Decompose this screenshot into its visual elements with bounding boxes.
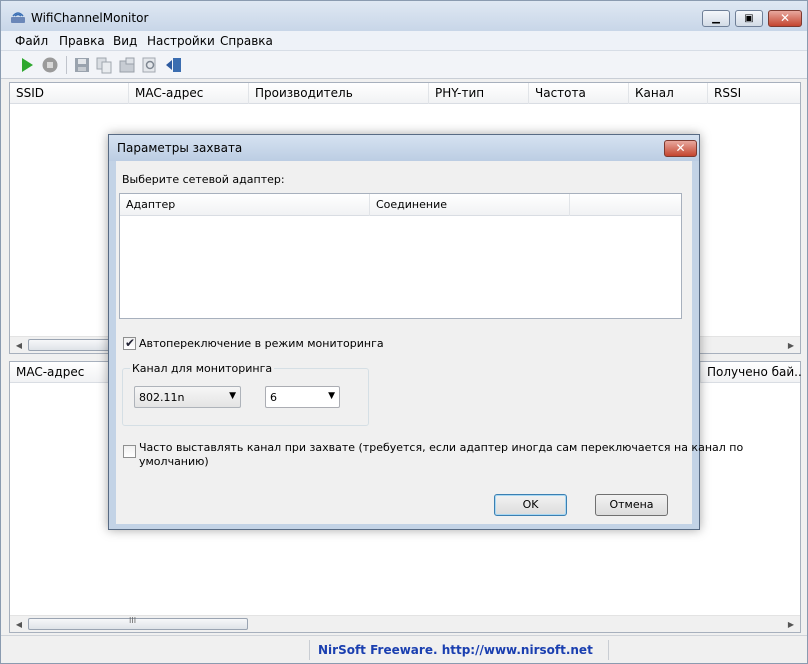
start-icon[interactable] (18, 56, 36, 74)
column-vendor[interactable]: Производитель (249, 83, 429, 104)
column-phy[interactable]: PHY-тип (429, 83, 529, 104)
scroll-thumb[interactable]: III (28, 616, 248, 630)
channel-group: Канал для мониторинга 802.11n ▼ 6 ▼ (122, 362, 369, 426)
dialog-body: Выберите сетевой адаптер: Адаптер Соедин… (116, 161, 743, 524)
clients-hscrollbar[interactable]: ◀ III ▶ (10, 615, 800, 632)
ok-button[interactable]: OK (494, 494, 567, 516)
scroll-right-icon[interactable]: ▶ (783, 617, 799, 632)
close-button[interactable]: ✕ (768, 10, 802, 27)
check-icon: ✔ (125, 336, 136, 350)
minimize-icon: ▁ (712, 13, 720, 24)
title-bar: WifiChannelMonitor ▁ ▣ ✕ (1, 1, 807, 31)
save-icon[interactable] (73, 56, 91, 74)
cancel-button[interactable]: Отмена (595, 494, 668, 516)
menu-file[interactable]: Файл (15, 34, 48, 48)
column-channel[interactable]: Канал (629, 83, 708, 104)
column-bytes-received[interactable]: Получено бай... (700, 362, 802, 383)
status-cell: NirSoft Freeware. http://www.nirsoft.net (309, 640, 609, 660)
mode-value: 802.11n (139, 391, 185, 404)
select-adapter-label: Выберите сетевой адаптер: (122, 173, 285, 186)
column-adapter[interactable]: Адаптер (120, 194, 370, 216)
column-frequency[interactable]: Частота (529, 83, 629, 104)
frequent-set-label-line2[interactable]: умолчанию) (139, 455, 209, 468)
column-ssid[interactable]: SSID (10, 83, 129, 104)
maximize-button[interactable]: ▣ (735, 10, 763, 27)
adapter-list-header: Адаптер Соединение (120, 194, 681, 216)
menu-bar: Файл Правка Вид Настройки Справка (1, 31, 807, 51)
channel-select[interactable]: 6 ▼ (265, 386, 340, 408)
capture-options-dialog: Параметры захвата ✕ Выберите сетевой ада… (108, 134, 743, 530)
window-title: WifiChannelMonitor (31, 11, 149, 25)
properties-icon[interactable] (118, 56, 136, 74)
dialog-title-bar: Параметры захвата ✕ (109, 135, 699, 161)
minimize-button[interactable]: ▁ (702, 10, 730, 27)
scroll-right-icon[interactable]: ▶ (783, 338, 799, 353)
toolbar-separator (66, 56, 67, 74)
channel-value: 6 (270, 391, 277, 404)
menu-help[interactable]: Справка (220, 34, 273, 48)
chevron-down-icon: ▼ (229, 391, 236, 401)
scroll-left-icon[interactable]: ◀ (11, 338, 27, 353)
networks-table-header: SSID MAC-адрес Производитель PHY-тип Час… (10, 83, 800, 104)
auto-monitor-label[interactable]: Автопереключение в режим мониторинга (139, 337, 384, 350)
copy-icon[interactable] (95, 56, 113, 74)
chevron-down-icon: ▼ (328, 391, 335, 401)
stop-icon[interactable] (41, 56, 59, 74)
channel-group-title: Канал для мониторинга (130, 362, 275, 375)
find-icon[interactable] (141, 56, 159, 74)
column-rssi[interactable]: RSSI (708, 83, 802, 104)
close-icon: ✕ (779, 11, 791, 25)
scroll-thumb-grip: III (129, 616, 137, 625)
adapter-list[interactable]: Адаптер Соединение (119, 193, 682, 319)
menu-view[interactable]: Вид (113, 34, 137, 48)
menu-settings[interactable]: Настройки (147, 34, 215, 48)
exit-icon[interactable] (165, 56, 183, 74)
column-mac[interactable]: MAC-адрес (129, 83, 249, 104)
maximize-icon: ▣ (744, 13, 754, 24)
scroll-left-icon[interactable]: ◀ (11, 617, 27, 632)
status-bar: NirSoft Freeware. http://www.nirsoft.net (1, 635, 807, 663)
column-connection[interactable]: Соединение (370, 194, 570, 216)
wifi-app-icon (11, 12, 25, 23)
frequent-set-checkbox[interactable] (123, 445, 136, 458)
dialog-close-button[interactable]: ✕ (664, 140, 697, 157)
menu-edit[interactable]: Правка (59, 34, 105, 48)
auto-monitor-checkbox[interactable]: ✔ (123, 336, 136, 350)
close-icon: ✕ (675, 141, 686, 155)
toolbar (1, 51, 807, 79)
mode-select[interactable]: 802.11n ▼ (134, 386, 241, 408)
nirsoft-link[interactable]: NirSoft Freeware. http://www.nirsoft.net (318, 643, 593, 657)
dialog-title: Параметры захвата (117, 141, 243, 155)
frequent-set-label-line1[interactable]: Часто выставлять канал при захвате (треб… (139, 441, 743, 454)
